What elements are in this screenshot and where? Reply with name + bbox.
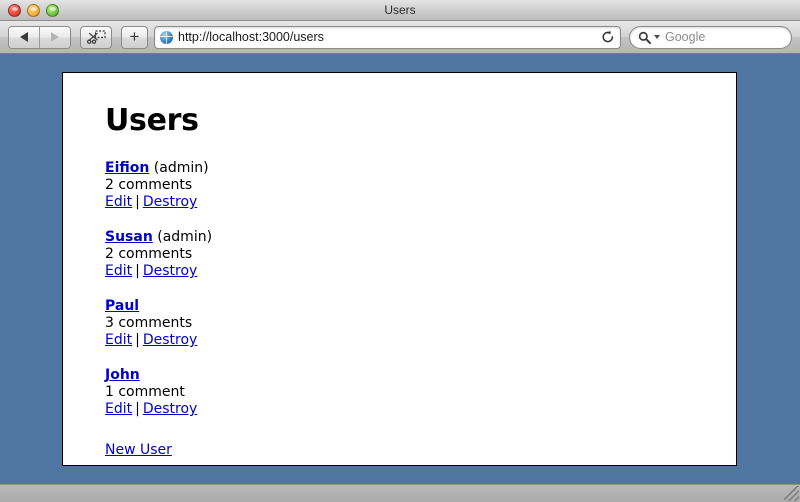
browser-window: Users + http://localhost:3000/users Goog…: [0, 0, 800, 502]
page-title: Users: [105, 103, 199, 138]
destroy-link[interactable]: Destroy: [143, 332, 197, 348]
window-title: Users: [384, 3, 416, 17]
user-link[interactable]: Eifion: [105, 160, 149, 176]
edit-link[interactable]: Edit: [105, 332, 132, 348]
search-icon: [638, 31, 651, 44]
new-user-link[interactable]: New User: [105, 442, 172, 458]
resize-grip[interactable]: [784, 486, 799, 501]
browser-toolbar: + http://localhost:3000/users Google: [0, 21, 800, 54]
destroy-link[interactable]: Destroy: [143, 401, 197, 417]
search-input[interactable]: Google: [665, 30, 705, 44]
forward-button[interactable]: [39, 26, 70, 48]
user-link[interactable]: John: [105, 367, 140, 383]
arrow-right-icon: [51, 32, 59, 42]
user-role: (admin): [152, 229, 213, 245]
user-comment-count: 2 comments: [105, 246, 193, 262]
user-name-line: Paul: [105, 298, 694, 315]
user-actions: Edit | Destroy: [105, 332, 694, 349]
user-name-line: John: [105, 367, 694, 384]
list-item: John 1 comment Edit | Destroy: [105, 367, 694, 418]
destroy-link[interactable]: Destroy: [143, 263, 197, 279]
edit-link[interactable]: Edit: [105, 194, 132, 210]
title-bar: Users: [0, 0, 800, 21]
arrow-left-icon: [20, 32, 28, 42]
user-actions: Edit | Destroy: [105, 401, 694, 418]
edit-link[interactable]: Edit: [105, 401, 132, 417]
user-name-line: Eifion (admin): [105, 160, 694, 177]
user-comment-count: 3 comments: [105, 315, 193, 331]
navigation-buttons: [8, 25, 71, 49]
list-item: Paul 3 comments Edit | Destroy: [105, 298, 694, 349]
list-item: Eifion (admin) 2 comments Edit | Destroy: [105, 160, 694, 211]
globe-icon: [160, 30, 173, 44]
url-text: http://localhost:3000/users: [178, 30, 324, 44]
reload-button[interactable]: [599, 29, 616, 46]
page-content-box: Users Eifion (admin) 2 comments Edit | Des…: [62, 72, 737, 466]
web-clip-button[interactable]: [80, 25, 112, 49]
add-bookmark-button[interactable]: +: [121, 25, 148, 49]
list-item: Susan (admin) 2 comments Edit | Destroy: [105, 229, 694, 280]
edit-link[interactable]: Edit: [105, 263, 132, 279]
address-bar[interactable]: http://localhost:3000/users: [154, 25, 621, 49]
back-button[interactable]: [9, 26, 39, 48]
new-user-row: New User: [105, 442, 694, 459]
action-separator: |: [135, 401, 140, 417]
status-bar: [0, 484, 800, 502]
action-separator: |: [135, 263, 140, 279]
user-comment-count: 2 comments: [105, 177, 193, 193]
page-viewport: Users Eifion (admin) 2 comments Edit | Des…: [0, 54, 800, 484]
user-comment-count: 1 comment: [105, 384, 185, 400]
user-link[interactable]: Paul: [105, 298, 139, 314]
user-name-line: Susan (admin): [105, 229, 694, 246]
reload-icon: [602, 30, 613, 43]
action-separator: |: [135, 332, 140, 348]
scissors-icon: [86, 29, 106, 44]
user-role: (admin): [149, 160, 209, 176]
user-link[interactable]: Susan: [105, 229, 153, 245]
user-actions: Edit | Destroy: [105, 263, 694, 280]
chevron-down-icon[interactable]: [654, 35, 660, 39]
page-content: Users Eifion (admin) 2 comments Edit | Des…: [63, 73, 736, 465]
user-actions: Edit | Destroy: [105, 194, 694, 211]
search-field[interactable]: Google: [629, 25, 792, 49]
destroy-link[interactable]: Destroy: [143, 194, 197, 210]
action-separator: |: [135, 194, 140, 210]
